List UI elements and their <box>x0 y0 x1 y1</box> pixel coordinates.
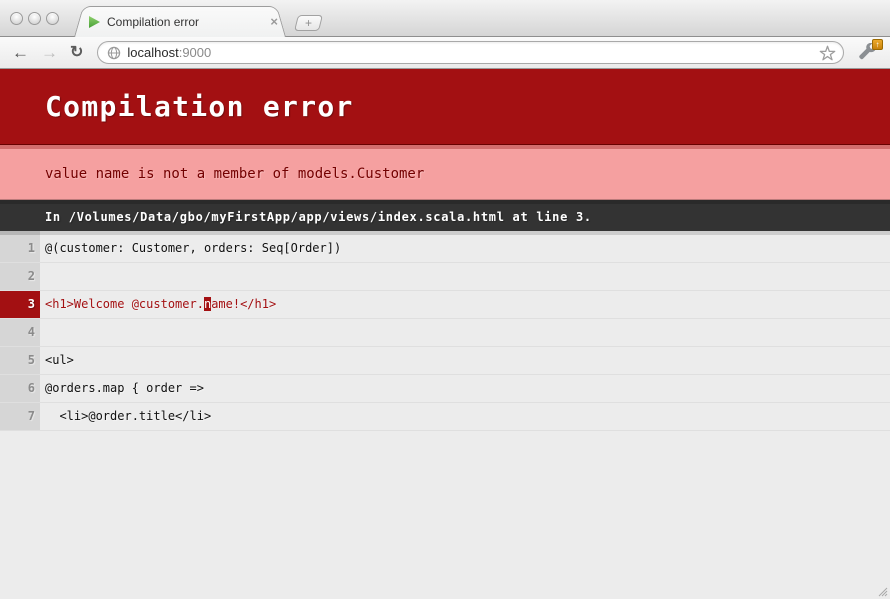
tab-compilation-error[interactable]: Compilation error × <box>74 6 286 37</box>
url-host: localhost <box>127 45 178 60</box>
source-line: 2 <box>0 263 890 291</box>
line-code <box>40 319 890 346</box>
minimize-button[interactable] <box>28 12 41 25</box>
line-number: 2 <box>0 263 40 290</box>
line-code <box>40 263 890 290</box>
bookmark-star-icon[interactable] <box>819 45 836 62</box>
source-line: 6 @orders.map { order => <box>0 375 890 403</box>
source-line: 7 <li>@order.title</li> <box>0 403 890 431</box>
source-listing: 1 @(customer: Customer, orders: Seq[Orde… <box>0 231 890 431</box>
browser-toolbar: ← → ↻ localhost:9000 ↑ <box>0 37 890 69</box>
tab-close-icon[interactable]: × <box>270 15 278 28</box>
reload-button[interactable]: ↻ <box>66 44 87 61</box>
source-line: 1 @(customer: Customer, orders: Seq[Orde… <box>0 231 890 263</box>
page-content: Compilation error value name is not a me… <box>0 69 890 599</box>
browser-window: Compilation error × + ← → ↻ localhost:90… <box>0 0 890 599</box>
play-favicon-icon <box>88 15 101 29</box>
line-code: <ul> <box>40 347 890 374</box>
line-code: @(customer: Customer, orders: Seq[Order]… <box>40 231 890 262</box>
address-bar[interactable]: localhost:9000 <box>97 41 844 64</box>
new-tab-button[interactable]: + <box>294 15 323 31</box>
line-number: 1 <box>0 231 40 262</box>
source-line: 4 <box>0 319 890 347</box>
plus-icon: + <box>305 17 312 29</box>
url-port: :9000 <box>179 45 212 60</box>
resize-grip[interactable] <box>875 584 888 597</box>
window-controls <box>10 12 59 25</box>
error-location: In /Volumes/Data/gbo/myFirstApp/app/view… <box>0 200 890 231</box>
tab-title: Compilation error <box>107 15 264 29</box>
forward-button[interactable]: → <box>37 44 62 61</box>
line-code: @orders.map { order => <box>40 375 890 402</box>
code-after-marker: ame!</h1> <box>211 297 276 311</box>
page-title: Compilation error <box>0 69 890 145</box>
back-button[interactable]: ← <box>8 44 33 61</box>
line-number: 6 <box>0 375 40 402</box>
line-code: <h1>Welcome @customer.name!</h1> <box>40 291 890 318</box>
line-number: 3 <box>0 291 40 318</box>
error-detail: value name is not a member of models.Cus… <box>0 145 890 200</box>
line-number: 7 <box>0 403 40 430</box>
close-button[interactable] <box>10 12 23 25</box>
code-before-marker: <h1>Welcome @customer. <box>45 297 204 311</box>
update-badge: ↑ <box>872 39 883 50</box>
source-line-error: 3 <h1>Welcome @customer.name!</h1> <box>0 291 890 319</box>
source-line: 5 <ul> <box>0 347 890 375</box>
line-number: 4 <box>0 319 40 346</box>
zoom-button[interactable] <box>46 12 59 25</box>
settings-wrench-button[interactable]: ↑ <box>852 41 882 65</box>
globe-icon <box>107 46 121 60</box>
line-number: 5 <box>0 347 40 374</box>
tab-strip: Compilation error × + <box>0 0 890 37</box>
line-code: <li>@order.title</li> <box>40 403 890 430</box>
